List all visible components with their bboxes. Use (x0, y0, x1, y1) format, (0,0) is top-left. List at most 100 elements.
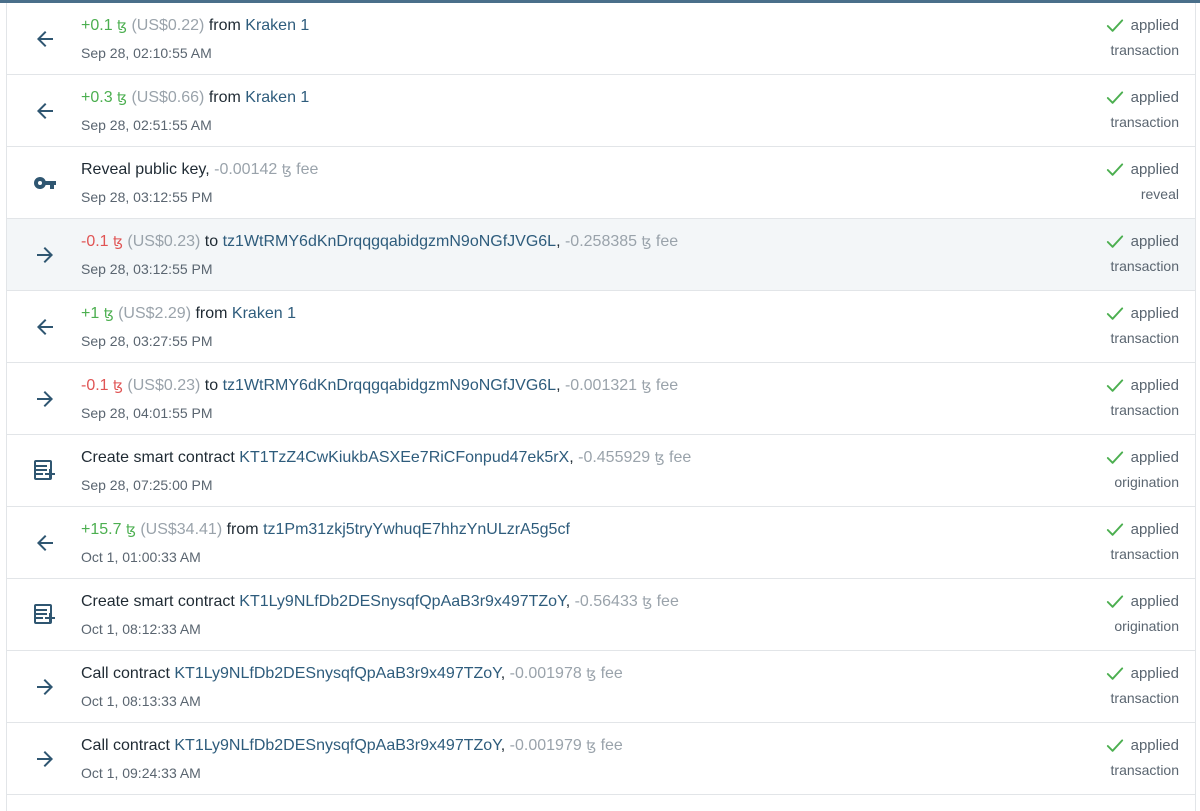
operation-description: +15.7 ꜩ (US$34.41) from tz1Pm31zkj5tryYw… (81, 521, 570, 539)
direction-label: to (204, 233, 219, 250)
amount-value: -0.1 (81, 377, 109, 394)
operation-kind: transaction (1110, 762, 1179, 778)
operation-row[interactable]: -0.1 ꜩ (US$0.23) to tz1WtRMY6dKnDrqqgqab… (6, 219, 1196, 291)
fee-value: -0.001978 (509, 665, 582, 682)
address-link[interactable]: KT1Ly9NLfDb2DESnysqfQpAaB3r9x497TZoY (239, 593, 565, 610)
address-link[interactable]: Kraken 1 (245, 89, 309, 106)
usd-value: (US$34.41) (140, 521, 223, 538)
amount-value: -0.1 (81, 233, 109, 250)
status-applied: applied (1105, 377, 1179, 394)
operation-row[interactable]: Call contract KT1Ly9NLfDb2DESnysqfQpAaB3… (6, 723, 1196, 795)
status-text: applied (1130, 377, 1179, 394)
usd-value: (US$0.66) (131, 89, 205, 106)
operation-row[interactable]: Create smart contract KT1Ly9NLfDb2DESnys… (6, 579, 1196, 651)
amount-value: +15.7 (81, 521, 122, 538)
check-icon (1106, 90, 1123, 104)
address-link[interactable]: KT1Ly9NLfDb2DESnysqfQpAaB3r9x497TZoY (174, 737, 500, 754)
operation-status: applied transaction (1105, 521, 1179, 562)
operation-row[interactable]: +0.3 ꜩ (US$0.66) from Kraken 1 Sep 28, 02… (6, 75, 1196, 147)
check-icon (1106, 306, 1123, 320)
operation-kind: transaction (1110, 330, 1179, 346)
operation-timestamp: Sep 28, 07:25:00 PM (81, 477, 213, 493)
operation-row[interactable]: +1 ꜩ (US$2.29) from Kraken 1 Sep 28, 03:2… (6, 291, 1196, 363)
address-link[interactable]: tz1WtRMY6dKnDrqqgqabidgzmN9oNGfJVG6L (223, 377, 556, 394)
operation-kind: transaction (1110, 402, 1179, 418)
operation-row[interactable]: +15.7 ꜩ (US$34.41) from tz1Pm31zkj5tryYw… (6, 507, 1196, 579)
status-applied: applied (1105, 89, 1179, 106)
operation-kind: origination (1114, 474, 1179, 490)
fee-value: -0.56433 (574, 593, 638, 610)
address-link[interactable]: Kraken 1 (232, 305, 296, 322)
operation-description: Call contract KT1Ly9NLfDb2DESnysqfQpAaB3… (81, 665, 623, 682)
address-link[interactable]: tz1Pm31zkj5tryYwhuqE7hhzYnULzrA5g5cf (263, 521, 570, 538)
tez-symbol: ꜩ (117, 89, 127, 105)
tez-symbol: ꜩ (103, 305, 114, 321)
operation-label: Create smart contract (81, 593, 235, 610)
status-text: applied (1130, 449, 1179, 466)
operation-label: Create smart contract (81, 449, 235, 466)
operation-kind: transaction (1110, 42, 1179, 58)
operation-timestamp: Oct 1, 01:00:33 AM (81, 549, 201, 565)
contract-add-icon (31, 457, 59, 485)
operation-status: applied transaction (1105, 737, 1179, 778)
operation-list: +0.1 ꜩ (US$0.22) from Kraken 1 Sep 28, 02… (6, 3, 1196, 811)
operation-status: applied origination (1105, 593, 1179, 634)
operation-description: Create smart contract KT1TzZ4CwKiukbASXE… (81, 449, 692, 466)
address-link[interactable]: Kraken 1 (245, 17, 309, 34)
tez-symbol: ꜩ (125, 521, 136, 537)
key-icon (31, 169, 59, 197)
fee-label: fee (296, 161, 319, 178)
tez-symbol: ꜩ (654, 449, 665, 465)
address-link[interactable]: KT1TzZ4CwKiukbASXEe7RiCFonpud47ek5rX (239, 449, 569, 466)
status-applied: applied (1105, 305, 1179, 322)
operation-status: applied transaction (1105, 377, 1179, 418)
operation-row[interactable]: Reveal public key, -0.00142 ꜩ fee Sep 28,… (6, 147, 1196, 219)
operation-kind: transaction (1110, 114, 1179, 130)
usd-value: (US$2.29) (118, 305, 192, 322)
check-icon (1106, 594, 1123, 608)
usd-value: (US$0.22) (131, 17, 205, 34)
tez-symbol: ꜩ (113, 377, 123, 393)
tez-symbol: ꜩ (281, 161, 292, 177)
tez-symbol: ꜩ (586, 737, 597, 753)
operation-row[interactable]: +0.1 ꜩ (US$0.22) from Kraken 1 Sep 28, 02… (6, 3, 1196, 75)
usd-value: (US$0.23) (127, 377, 201, 394)
operation-timestamp: Sep 28, 02:10:55 AM (81, 45, 212, 61)
arrow-left-icon (31, 529, 59, 557)
operation-description: Reveal public key, -0.00142 ꜩ fee (81, 161, 319, 178)
operation-description: +0.1 ꜩ (US$0.22) from Kraken 1 (81, 17, 309, 35)
check-icon (1106, 18, 1123, 32)
fee-label: fee (656, 593, 679, 610)
status-text: applied (1130, 737, 1179, 754)
operation-timestamp: Sep 28, 03:12:55 PM (81, 189, 213, 205)
operation-row[interactable]: Create smart contract KT1TzZ4CwKiukbASXE… (6, 435, 1196, 507)
operation-status: applied transaction (1105, 665, 1179, 706)
operation-timestamp: Oct 1, 08:12:33 AM (81, 621, 201, 637)
arrow-left-icon (31, 25, 59, 53)
usd-value: (US$0.23) (127, 233, 201, 250)
operation-timestamp: Oct 1, 09:24:33 AM (81, 765, 201, 781)
operation-timestamp: Sep 28, 03:27:55 PM (81, 333, 213, 349)
tez-symbol: ꜩ (641, 233, 652, 249)
tez-symbol: ꜩ (113, 233, 123, 249)
tez-symbol: ꜩ (117, 17, 127, 33)
operation-row[interactable]: -0.1 ꜩ (US$0.23) to tz1WtRMY6dKnDrqqgqab… (6, 363, 1196, 435)
operation-label: Reveal public key (81, 161, 206, 178)
operation-timestamp: Sep 28, 04:01:55 PM (81, 405, 213, 421)
operation-description: Create smart contract KT1Ly9NLfDb2DESnys… (81, 593, 679, 610)
operation-description: -0.1 ꜩ (US$0.23) to tz1WtRMY6dKnDrqqgqab… (81, 233, 679, 250)
arrow-right-icon (31, 673, 59, 701)
status-applied: applied (1105, 593, 1179, 610)
operation-kind: transaction (1110, 690, 1179, 706)
direction-label: from (208, 17, 241, 34)
operation-kind: origination (1114, 618, 1179, 634)
tez-symbol: ꜩ (641, 377, 652, 393)
operation-row[interactable]: Call contract KT1Ly9NLfDb2DESnysqfQpAaB3… (6, 651, 1196, 723)
fee-label: fee (655, 377, 679, 394)
address-link[interactable]: KT1Ly9NLfDb2DESnysqfQpAaB3r9x497TZoY (174, 665, 500, 682)
address-link[interactable]: tz1WtRMY6dKnDrqqgqabidgzmN9oNGfJVG6L (223, 233, 556, 250)
check-icon (1106, 450, 1123, 464)
contract-add-icon (31, 601, 59, 629)
operation-label: Call contract (81, 665, 170, 682)
status-text: applied (1130, 233, 1179, 250)
